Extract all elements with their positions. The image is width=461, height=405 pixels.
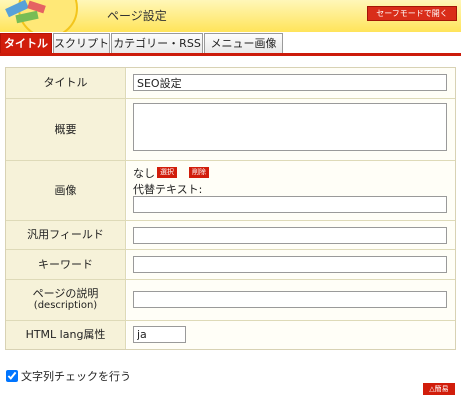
tab-script[interactable]: スクリプト <box>53 33 110 53</box>
page-title: ページ設定 <box>107 9 167 23</box>
string-check-label: 文字列チェックを行う <box>21 370 131 383</box>
form-row-lang: HTML lang属性 <box>6 321 455 349</box>
description-input[interactable] <box>133 291 447 308</box>
alt-text-input[interactable] <box>133 196 447 213</box>
general-field-label: 汎用フィールド <box>6 221 126 249</box>
open-in-safe-mode-button[interactable]: セーフモードで開く <box>367 6 457 21</box>
app-header: ページ設定 セーフモードで開く <box>0 0 461 32</box>
form-row-keywords: キーワード <box>6 250 455 280</box>
summary-textarea[interactable] <box>133 103 447 151</box>
form-row-summary: 概要 <box>6 99 455 161</box>
image-label: 画像 <box>6 161 126 220</box>
tab-menu-image[interactable]: メニュー画像 <box>204 33 283 53</box>
keywords-label: キーワード <box>6 250 126 279</box>
lang-input[interactable] <box>133 326 186 343</box>
alt-text-label: 代替テキスト: <box>133 183 203 196</box>
app-logo <box>0 0 82 32</box>
title-input[interactable] <box>133 74 447 91</box>
keywords-input[interactable] <box>133 256 447 273</box>
tab-bar: タイトル スクリプト カテゴリー・RSS メニュー画像 <box>0 33 461 56</box>
description-sublabel: (description) <box>33 300 98 311</box>
description-label: ページの説明 (description) <box>6 280 126 320</box>
lang-label: HTML lang属性 <box>6 321 126 349</box>
summary-label: 概要 <box>6 99 126 160</box>
settings-form: タイトル 概要 画像 なし 選択 削除 代替テキスト: 汎用フィールド キーワー… <box>5 67 456 350</box>
description-label-text: ページの説明 <box>32 287 99 300</box>
form-row-title: タイトル <box>6 68 455 99</box>
image-status: なし <box>133 167 155 180</box>
form-row-general-field: 汎用フィールド <box>6 221 455 250</box>
string-check-option: 文字列チェックを行う <box>6 368 131 384</box>
tab-title[interactable]: タイトル <box>0 33 52 53</box>
form-row-image: 画像 なし 選択 削除 代替テキスト: <box>6 161 455 221</box>
image-select-button[interactable]: 選択 <box>157 167 177 178</box>
simple-mode-button[interactable]: △簡易 <box>423 383 455 395</box>
general-field-input[interactable] <box>133 227 447 244</box>
title-label: タイトル <box>6 68 126 98</box>
form-row-description: ページの説明 (description) <box>6 280 455 321</box>
string-check-checkbox[interactable] <box>6 370 18 382</box>
image-delete-button[interactable]: 削除 <box>189 167 209 178</box>
tab-category-rss[interactable]: カテゴリー・RSS <box>111 33 203 53</box>
